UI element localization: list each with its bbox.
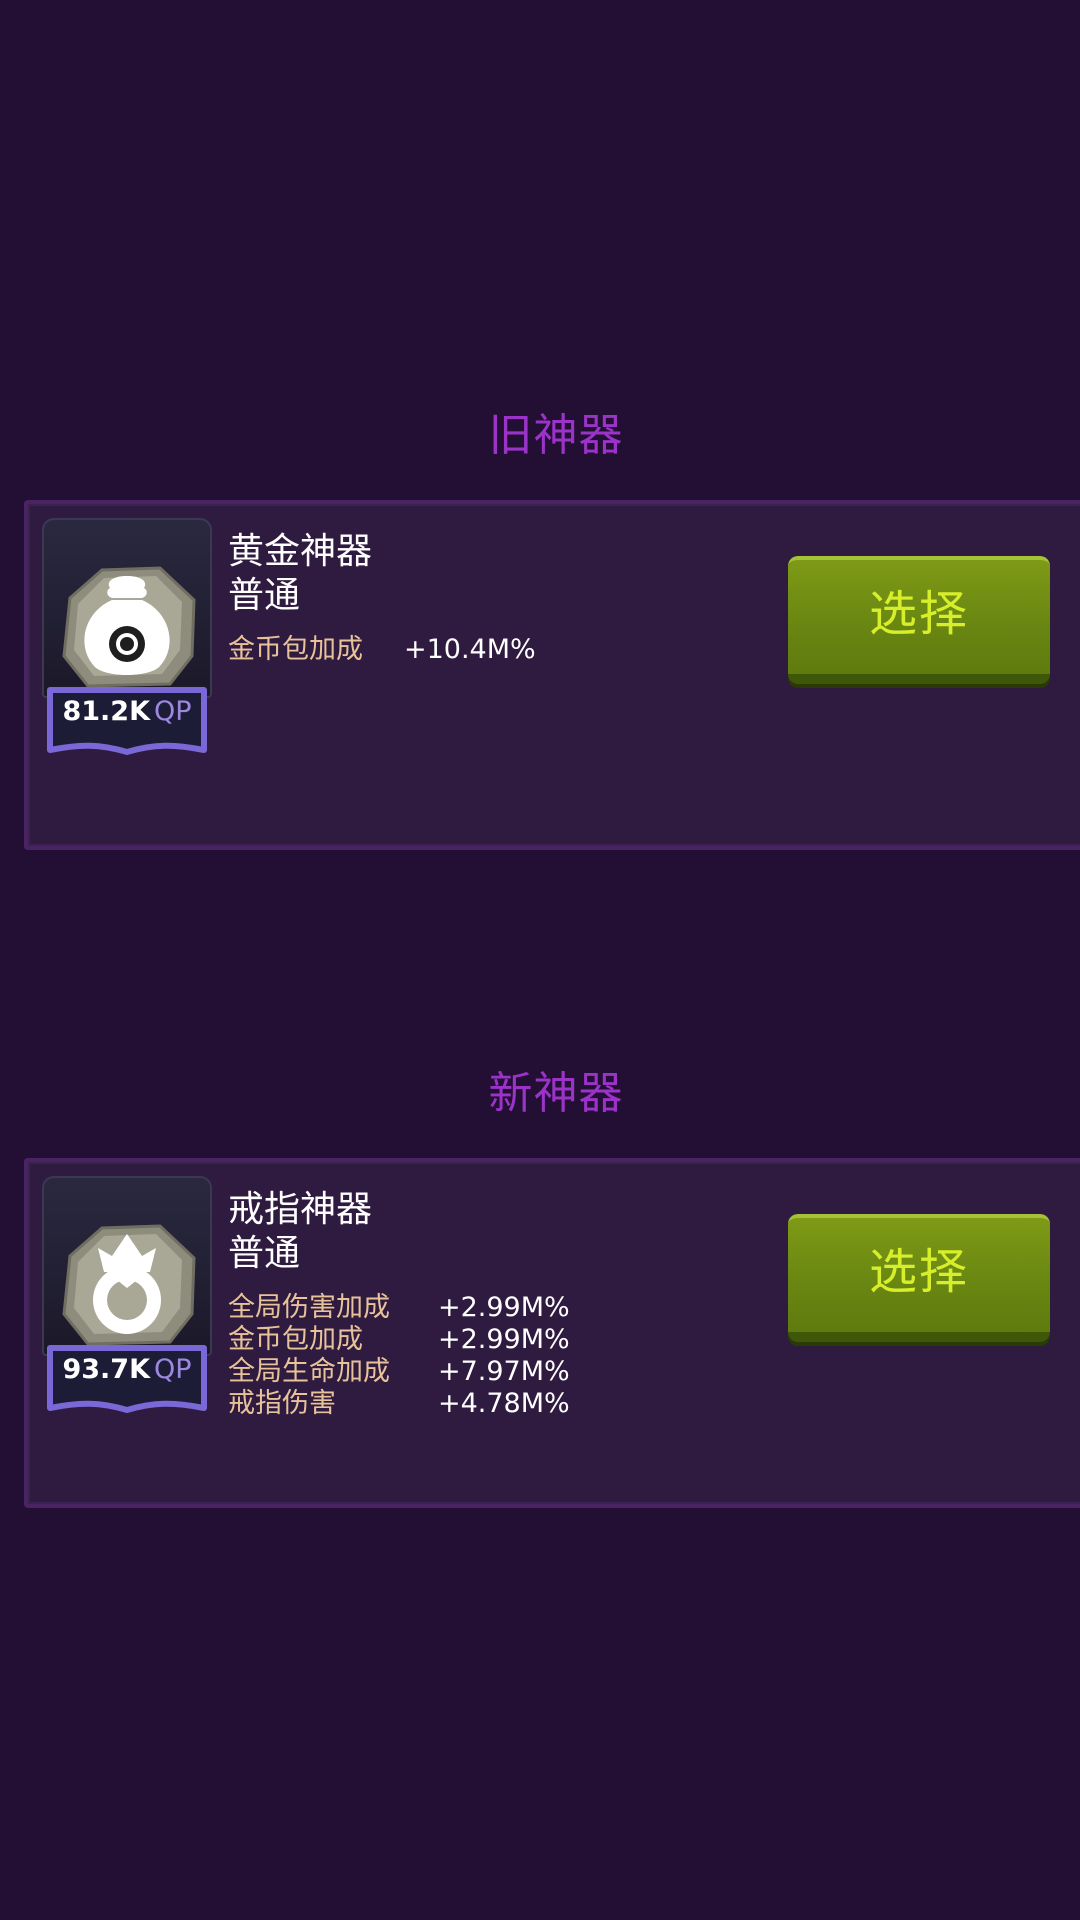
stat-row: 金币包加成 +10.4M% [228,634,536,666]
qp-badge: 81.2K QP [44,684,210,764]
new-artifact-title: 新神器 [488,1068,624,1119]
stat-row: 全局伤害加成 +2.99M% [228,1292,570,1324]
stat-label: 金币包加成 [228,1324,363,1355]
stat-label: 全局生命加成 [228,1356,390,1387]
select-old-artifact-button[interactable]: 选择 [788,556,1050,686]
stat-row: 戒指伤害 +4.78M% [228,1388,570,1420]
stat-label: 全局伤害加成 [228,1292,390,1323]
artifact-stats: 全局伤害加成 +2.99M% 金币包加成 +2.99M% 全局生命加成 +7.9… [228,1292,570,1420]
new-artifact-icon-group: 93.7K QP [42,1176,214,1426]
old-artifact-title: 旧神器 [488,410,624,461]
old-artifact-card: 81.2K QP 黄金神器 普通 金币包加成 +10.4M% 选择 [24,500,1080,850]
stat-value: +4.78M% [438,1388,570,1419]
qp-badge: 93.7K QP [44,1342,210,1422]
artifact-rarity: 普通 [228,575,301,616]
stat-label: 戒指伤害 [228,1388,336,1419]
qp-unit: QP [154,1354,192,1385]
stat-value: +2.99M% [438,1324,570,1355]
qp-value: 93.7K [62,1354,150,1385]
artifact-stats: 金币包加成 +10.4M% [228,634,536,666]
stat-label: 金币包加成 [228,634,363,665]
new-artifact-card: 93.7K QP 戒指神器 普通 全局伤害加成 +2.99M% 金币包加成 +2.… [24,1158,1080,1508]
money-bag-icon [42,518,212,698]
stat-value: +2.99M% [438,1292,570,1323]
select-button-label: 选择 [868,1244,969,1300]
artifact-name: 黄金神器 [228,531,373,572]
qp-value: 81.2K [62,696,150,727]
stat-row: 全局生命加成 +7.97M% [228,1356,570,1388]
artifact-compare-screen: 旧神器 81.2K QP 黄金神器 普通 金币包加成 +10.4M% 选择 新神… [0,0,1080,1920]
stat-value: +10.4M% [404,634,536,665]
artifact-rarity: 普通 [228,1233,301,1274]
qp-unit: QP [154,696,192,727]
select-new-artifact-button[interactable]: 选择 [788,1214,1050,1344]
ring-icon [42,1176,212,1356]
select-button-label: 选择 [868,586,969,642]
old-artifact-icon-group: 81.2K QP [42,518,214,768]
artifact-name: 戒指神器 [228,1189,373,1230]
stat-row: 金币包加成 +2.99M% [228,1324,570,1356]
stat-value: +7.97M% [438,1356,570,1387]
